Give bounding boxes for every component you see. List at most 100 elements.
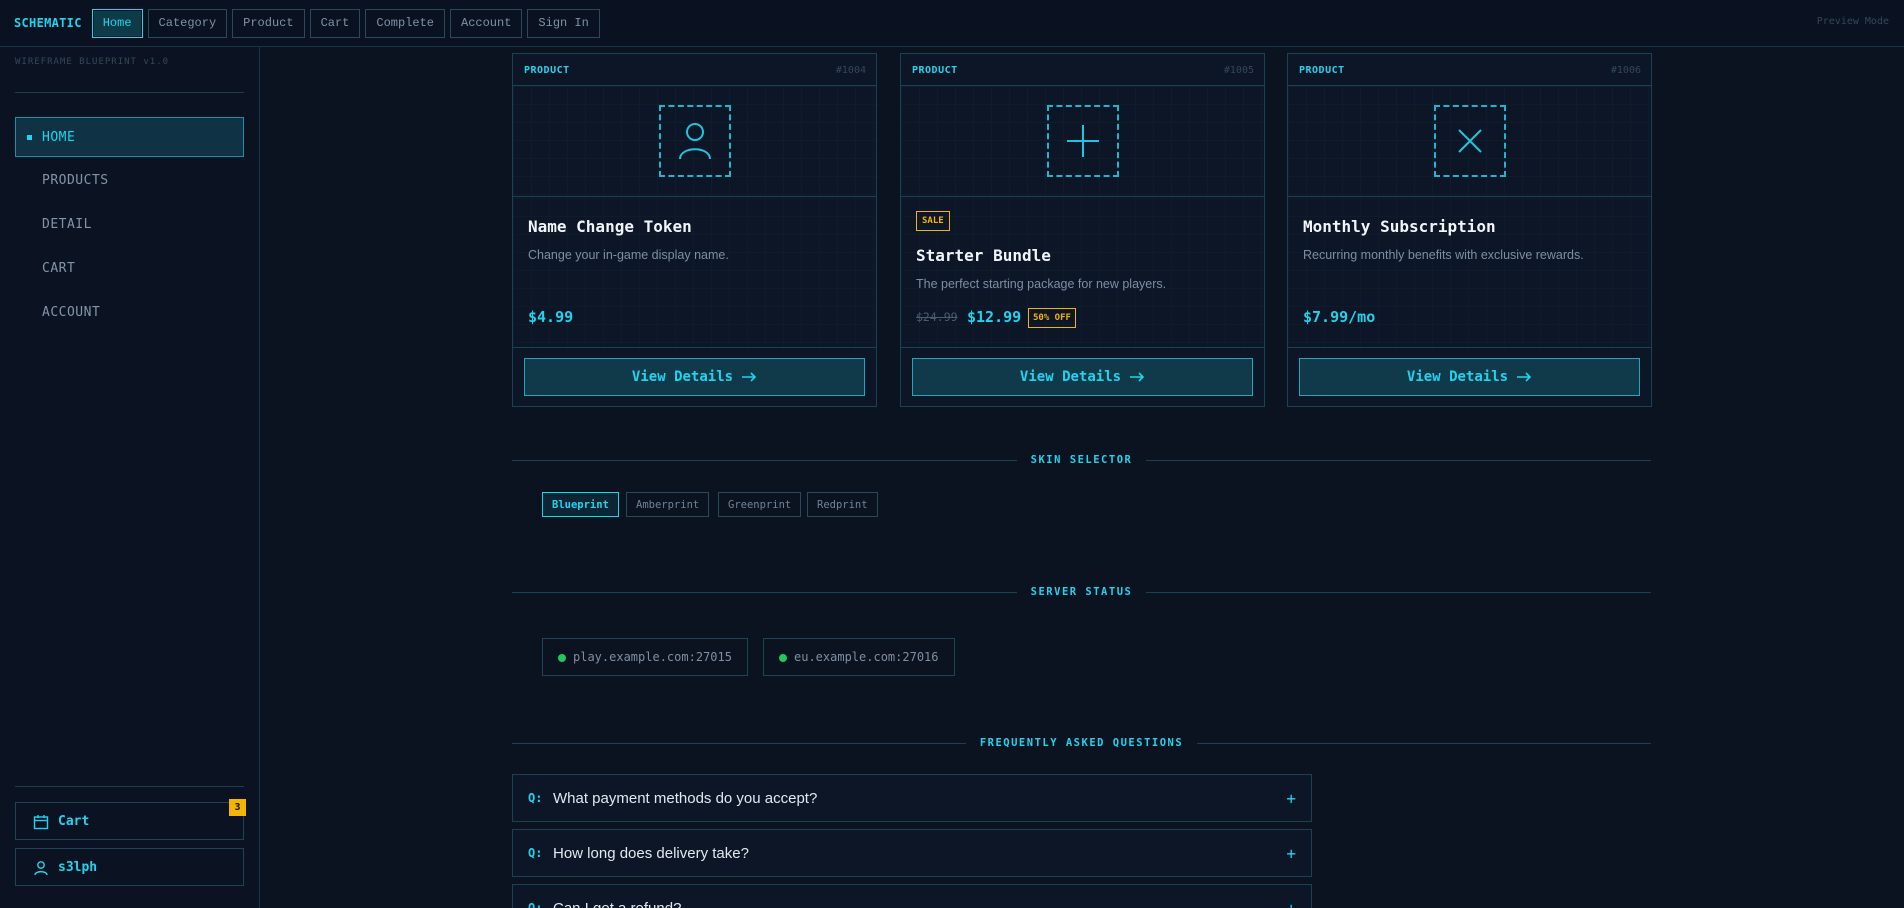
- sale-badge: SALE: [916, 211, 950, 231]
- card-body: Name Change Token Change your in-game di…: [513, 198, 876, 348]
- active-indicator: [27, 135, 32, 140]
- nav-home[interactable]: Home: [91, 8, 143, 38]
- product-title: Name Change Token: [528, 217, 692, 236]
- sidebar-item-label: CART: [42, 260, 76, 276]
- faq-question: Can I get a refund?: [553, 899, 682, 908]
- sidebar-item-cart[interactable]: CART: [15, 248, 244, 288]
- sidebar-item-label: DETAIL: [42, 216, 92, 232]
- button-label: View Details: [1019, 369, 1122, 385]
- card-type-label: PRODUCT: [1299, 65, 1345, 76]
- skin-option-amberprint[interactable]: Amberprint: [626, 492, 710, 517]
- sidebar-cart-button[interactable]: Cart: [15, 802, 244, 840]
- product-card: PRODUCT #1005 SALE Starter Bundle The pe…: [900, 53, 1265, 407]
- sidebar-cart-label: Cart: [58, 813, 90, 829]
- skin-selector-heading: SKIN SELECTOR: [512, 453, 1651, 467]
- product-price: $12.99: [967, 308, 1022, 326]
- sidebar-item-label: PRODUCTS: [42, 172, 109, 188]
- faq-q-prefix: Q:: [528, 791, 543, 805]
- card-id: #1005: [1223, 65, 1254, 76]
- product-title: Monthly Subscription: [1303, 217, 1496, 236]
- calendar-icon: [33, 815, 49, 830]
- brand-logo[interactable]: SCHEMATIC: [14, 16, 82, 30]
- nav-product[interactable]: Product: [232, 8, 305, 38]
- image-placeholder: [659, 105, 731, 177]
- sidebar: WIREFRAME BLUEPRINT v1.0 HOME PRODUCTS D…: [0, 47, 260, 908]
- nav-cart[interactable]: Cart: [309, 8, 361, 38]
- sidebar-item-detail[interactable]: DETAIL: [15, 204, 244, 244]
- user-icon: [34, 861, 48, 876]
- faq-heading: FREQUENTLY ASKED QUESTIONS: [512, 736, 1651, 750]
- expand-plus-icon[interactable]: +: [1286, 789, 1296, 808]
- sidebar-divider: [15, 92, 244, 93]
- server-status-item[interactable]: eu.example.com:27016: [763, 638, 955, 676]
- server-host: play.example.com:27015: [573, 650, 732, 664]
- product-description: Change your in-game display name.: [528, 248, 729, 262]
- online-status-dot: [779, 654, 787, 662]
- faq-q-prefix: Q:: [528, 901, 543, 908]
- sidebar-item-label: HOME: [42, 129, 76, 145]
- arrow-right-icon: [1517, 372, 1532, 382]
- sidebar-user-button[interactable]: s3lph: [15, 848, 244, 886]
- sidebar-item-account[interactable]: ACCOUNT: [15, 292, 244, 332]
- user-icon: [679, 123, 711, 160]
- preview-mode-label: Preview Mode: [1816, 16, 1889, 27]
- nav-complete[interactable]: Complete: [365, 8, 445, 38]
- card-header: PRODUCT #1006: [1288, 54, 1651, 86]
- close-icon: [1458, 129, 1482, 153]
- section-title: SKIN SELECTOR: [1030, 454, 1133, 466]
- card-image: [1288, 86, 1651, 197]
- image-placeholder: [1047, 105, 1119, 177]
- nav-sign-in[interactable]: Sign In: [527, 8, 600, 38]
- sidebar-item-home[interactable]: HOME: [15, 117, 244, 157]
- product-card: PRODUCT #1006 Monthly Subscription Recur…: [1287, 53, 1652, 407]
- view-details-button[interactable]: View Details: [912, 358, 1253, 396]
- expand-plus-icon[interactable]: +: [1286, 844, 1296, 863]
- card-header: PRODUCT #1005: [901, 54, 1264, 86]
- sidebar-username: s3lph: [58, 859, 98, 875]
- button-label: View Details: [1406, 369, 1509, 385]
- card-type-label: PRODUCT: [524, 65, 570, 76]
- product-price: $7.99/mo: [1303, 308, 1376, 326]
- faq-question: How long does delivery take?: [553, 844, 749, 862]
- faq-question: What payment methods do you accept?: [553, 789, 818, 807]
- expand-plus-icon[interactable]: +: [1286, 899, 1296, 908]
- discount-badge: 50% OFF: [1028, 308, 1076, 328]
- view-details-button[interactable]: View Details: [524, 358, 865, 396]
- button-label: View Details: [631, 369, 734, 385]
- server-host: eu.example.com:27016: [794, 650, 939, 664]
- server-status-item[interactable]: play.example.com:27015: [542, 638, 748, 676]
- sidebar-item-label: ACCOUNT: [42, 304, 101, 320]
- product-description: The perfect starting package for new pla…: [916, 277, 1167, 291]
- faq-item[interactable]: Q: Can I get a refund? +: [512, 884, 1312, 908]
- online-status-dot: [558, 654, 566, 662]
- faq-q-prefix: Q:: [528, 846, 543, 860]
- skin-option-greenprint[interactable]: Greenprint: [718, 492, 802, 517]
- skin-option-blueprint[interactable]: Blueprint: [542, 492, 619, 517]
- arrow-right-icon: [1130, 372, 1145, 382]
- image-placeholder: [1434, 105, 1506, 177]
- plus-icon: [1067, 125, 1099, 157]
- product-price: $4.99: [528, 308, 574, 326]
- card-type-label: PRODUCT: [912, 65, 958, 76]
- server-status-heading: SERVER STATUS: [512, 585, 1651, 599]
- card-image: [901, 86, 1264, 197]
- sidebar-divider: [15, 786, 244, 787]
- nav-category[interactable]: Category: [147, 8, 228, 38]
- skin-option-redprint[interactable]: Redprint: [807, 492, 878, 517]
- card-id: #1006: [1610, 65, 1641, 76]
- faq-item[interactable]: Q: How long does delivery take? +: [512, 829, 1312, 877]
- view-details-button[interactable]: View Details: [1299, 358, 1640, 396]
- card-image: [513, 86, 876, 197]
- sidebar-item-products[interactable]: PRODUCTS: [15, 160, 244, 200]
- product-card: PRODUCT #1004 Name Change Token Change y…: [512, 53, 877, 407]
- card-header: PRODUCT #1004: [513, 54, 876, 86]
- product-description: Recurring monthly benefits with exclusiv…: [1303, 248, 1584, 262]
- sidebar-version: WIREFRAME BLUEPRINT v1.0: [15, 57, 170, 67]
- section-title: FREQUENTLY ASKED QUESTIONS: [979, 737, 1184, 749]
- faq-item[interactable]: Q: What payment methods do you accept? +: [512, 774, 1312, 822]
- product-title: Starter Bundle: [916, 246, 1051, 265]
- nav-account[interactable]: Account: [450, 8, 523, 38]
- top-navbar: SCHEMATIC Home Category Product Cart Com…: [0, 0, 1904, 47]
- card-body: SALE Starter Bundle The perfect starting…: [901, 198, 1264, 348]
- section-title: SERVER STATUS: [1030, 586, 1133, 598]
